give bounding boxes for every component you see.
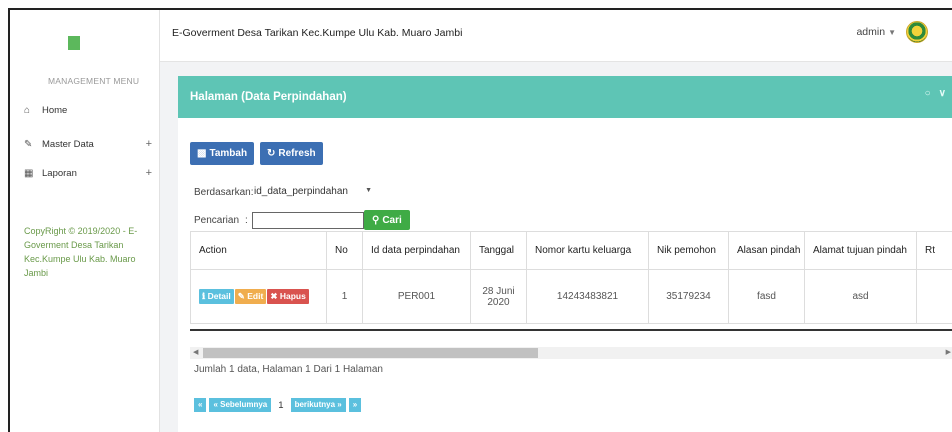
edit-icon: ✎ <box>237 291 245 301</box>
hapus-button[interactable]: ✖ Hapus <box>267 289 309 304</box>
refresh-button[interactable]: ↻ Refresh <box>260 142 323 165</box>
column-header[interactable]: Alasan pindah <box>728 231 805 270</box>
current-page[interactable]: 1 <box>274 400 287 411</box>
settings-icon[interactable]: ○ <box>925 88 939 99</box>
cell-nik: 35179234 <box>648 269 729 324</box>
first-page-button[interactable]: « <box>194 398 207 412</box>
cell-rt <box>916 269 952 324</box>
berdasarkan-label: Berdasarkan: <box>194 187 254 198</box>
column-header[interactable]: Rt <box>916 231 952 270</box>
last-page-button[interactable]: » <box>348 398 362 412</box>
user-name: admin <box>856 26 886 38</box>
column-header[interactable]: No <box>326 231 363 270</box>
column-header[interactable]: Nik pemohon <box>648 231 729 270</box>
sidebar-item-master-data[interactable]: ✎ Master Data + <box>24 136 152 152</box>
pagination: « « Sebelumnya 1 berikutnya » » <box>194 398 364 412</box>
cell-no: 1 <box>326 269 363 324</box>
close-icon: ✖ <box>270 291 278 301</box>
expand-icon: + <box>145 138 152 150</box>
app-frame: MANAGEMENT MENU ⌂ Home ✎ Master Data + ▦… <box>8 8 952 432</box>
sidebar-item-laporan[interactable]: ▦ Laporan + <box>24 165 152 181</box>
app-title: E-Goverment Desa Tarikan Kec.Kumpe Ulu K… <box>172 27 463 39</box>
menu-title: MANAGEMENT MENU <box>48 76 140 86</box>
cell-alamat: asd <box>804 269 917 324</box>
plus-square-icon: ▩ <box>197 148 207 159</box>
avatar[interactable] <box>906 21 928 43</box>
caret-down-icon: ▼ <box>365 187 372 194</box>
expand-icon: + <box>145 167 152 179</box>
main-panel: Halaman (Data Perpindahan) ○∨ ▩ Tambah ↻… <box>178 76 952 432</box>
sidebar-item-label: Master Data <box>42 138 94 150</box>
user-menu[interactable]: admin ▼ <box>856 21 928 43</box>
sidebar: MANAGEMENT MENU ⌂ Home ✎ Master Data + ▦… <box>10 10 160 432</box>
cell-tanggal: 28 Juni 2020 <box>470 269 527 324</box>
panel-title: Halaman (Data Perpindahan) <box>190 91 347 103</box>
cell-id: PER001 <box>362 269 471 324</box>
home-icon: ⌂ <box>24 104 31 116</box>
pencarian-label: Pencarian <box>194 215 240 226</box>
panel-header: Halaman (Data Perpindahan) ○∨ <box>178 76 952 118</box>
data-table: Action No Id data perpindahan Tanggal No… <box>190 231 952 329</box>
action-cell: ℹ Detail ✎ Edit ✖ Hapus <box>190 269 327 324</box>
tambah-button[interactable]: ▩ Tambah <box>190 142 255 165</box>
sidebar-item-label: Laporan <box>42 167 77 179</box>
edit-icon: ✎ <box>24 138 33 150</box>
berdasarkan-select[interactable]: id_data_perpindahan ▼ <box>254 186 372 200</box>
cell-alasan: fasd <box>728 269 805 324</box>
prev-page-button[interactable]: « Sebelumnya <box>209 398 272 412</box>
search-icon: ⚲ <box>372 214 380 226</box>
topbar: E-Goverment Desa Tarikan Kec.Kumpe Ulu K… <box>160 10 952 62</box>
edit-button[interactable]: ✎ Edit <box>234 289 267 304</box>
logo <box>68 36 80 50</box>
scroll-thumb[interactable] <box>203 348 538 358</box>
refresh-icon: ↻ <box>267 148 276 159</box>
calendar-icon: ▦ <box>24 167 34 179</box>
pagination-info: Jumlah 1 data, Halaman 1 Dari 1 Halaman <box>194 364 383 375</box>
table-bottom-border <box>190 329 952 331</box>
info-icon: ℹ <box>202 291 206 301</box>
search-input[interactable] <box>252 212 364 229</box>
sidebar-item-home[interactable]: ⌂ Home <box>24 102 152 118</box>
collapse-icon[interactable]: ∨ <box>939 88 952 99</box>
cell-kk: 14243483821 <box>526 269 649 324</box>
horizontal-scrollbar[interactable]: ◀ ▶ <box>190 347 952 359</box>
copyright-text: CopyRight © 2019/2020 - E-Goverment Desa… <box>24 226 138 278</box>
column-header[interactable]: Action <box>190 231 327 270</box>
column-header[interactable]: Id data perpindahan <box>362 231 471 270</box>
caret-down-icon: ▼ <box>888 28 896 37</box>
scroll-left-icon[interactable]: ◀ <box>193 347 198 359</box>
column-header[interactable]: Alamat tujuan pindah <box>804 231 917 270</box>
column-header[interactable]: Tanggal <box>470 231 527 270</box>
scroll-right-icon[interactable]: ▶ <box>946 347 951 359</box>
pencarian-separator: : <box>245 215 248 226</box>
column-header[interactable]: Nomor kartu keluarga <box>526 231 649 270</box>
cari-button[interactable]: ⚲ Cari <box>364 210 410 230</box>
table-header-row: Action No Id data perpindahan Tanggal No… <box>190 231 952 270</box>
detail-button[interactable]: ℹ Detail <box>199 289 234 304</box>
berdasarkan-value: id_data_perpindahan <box>254 186 348 197</box>
table-row: ℹ Detail ✎ Edit ✖ Hapus 1 PER001 28 Juni 2… <box>190 269 952 324</box>
next-page-button[interactable]: berikutnya » <box>290 398 346 412</box>
sidebar-item-label: Home <box>42 104 68 116</box>
